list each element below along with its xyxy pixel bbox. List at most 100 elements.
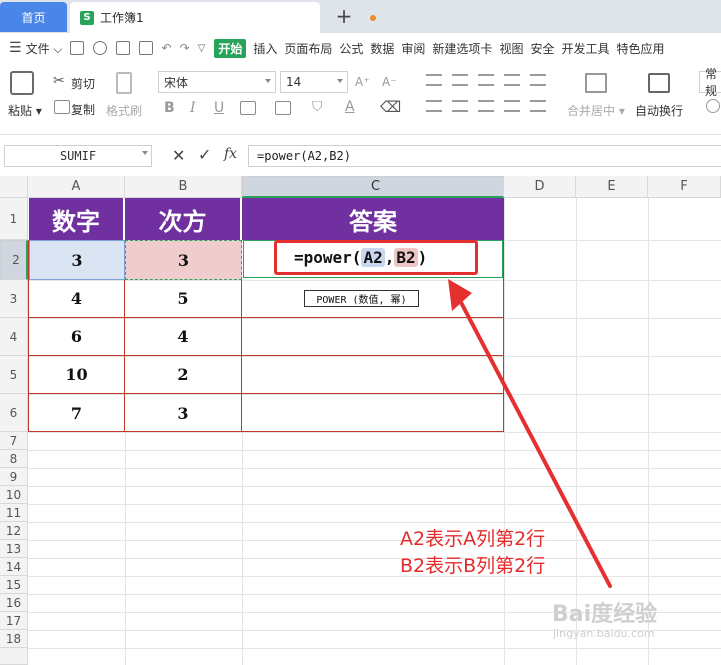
align-right-icon[interactable] — [478, 100, 494, 112]
cell-a6[interactable]: 7 — [29, 394, 125, 432]
column-header-b[interactable]: B — [125, 176, 242, 198]
name-box-dropdown-icon[interactable] — [142, 151, 148, 155]
font-color-icon[interactable]: A — [345, 99, 355, 115]
row-header-18[interactable]: 18 — [0, 630, 28, 648]
menu-item-insert[interactable]: 插入 — [253, 40, 277, 57]
align-middle-icon[interactable] — [452, 74, 468, 86]
row-header-19[interactable] — [0, 648, 28, 665]
menu-item-new-tab[interactable]: 新建选项卡 — [432, 40, 492, 57]
cell-b2[interactable]: 3 — [125, 240, 242, 280]
row-header-16[interactable]: 16 — [0, 594, 28, 612]
paste-button[interactable]: 粘贴 ▾ — [8, 102, 42, 119]
font-name-select[interactable]: 宋体 — [158, 71, 276, 93]
cell-b3[interactable]: 5 — [125, 280, 242, 318]
menu-item-developer[interactable]: 开发工具 — [561, 40, 609, 57]
cell-a1[interactable]: 数字 — [29, 198, 124, 240]
border-icon[interactable] — [240, 101, 256, 115]
row-header-9[interactable]: 9 — [0, 468, 28, 486]
column-header-f[interactable]: F — [648, 176, 721, 198]
shrink-font-icon[interactable]: A⁻ — [382, 75, 397, 89]
column-header-a[interactable]: A — [28, 176, 125, 198]
cell-b6[interactable]: 3 — [125, 394, 242, 432]
menu-item-security[interactable]: 安全 — [530, 40, 554, 57]
menu-item-special[interactable]: 特色应用 — [616, 40, 664, 57]
file-menu[interactable]: 文件 ⌵ — [26, 40, 63, 57]
tab-document[interactable]: S 工作簿1 — [70, 2, 376, 33]
formula-input[interactable]: =power(A2,B2) — [248, 145, 721, 167]
save-icon[interactable] — [69, 41, 84, 55]
paste-icon[interactable] — [10, 71, 34, 95]
cut-button[interactable]: 剪切 — [71, 75, 95, 92]
distribute-icon[interactable] — [530, 100, 546, 112]
wrap-text-button[interactable]: 自动换行 — [635, 102, 683, 119]
new-tab-button[interactable]: + — [334, 4, 354, 28]
italic-button[interactable]: I — [190, 100, 196, 116]
row-header-11[interactable]: 11 — [0, 504, 28, 522]
cell-a5[interactable]: 10 — [29, 356, 125, 394]
menu-item-start[interactable]: 开始 — [214, 38, 247, 58]
row-header-17[interactable]: 17 — [0, 612, 28, 630]
justify-icon[interactable] — [504, 100, 520, 112]
align-top-icon[interactable] — [426, 74, 442, 86]
row-header-13[interactable]: 13 — [0, 540, 28, 558]
row-header-15[interactable]: 15 — [0, 576, 28, 594]
cell-b4[interactable]: 4 — [125, 318, 242, 356]
fill-color-icon[interactable]: ⛉ — [312, 99, 323, 115]
font-size-select[interactable]: 14 — [280, 71, 348, 93]
insert-function-icon[interactable]: fx — [224, 146, 237, 162]
menu-item-formula[interactable]: 公式 — [339, 40, 363, 57]
row-header-2[interactable]: 2 — [0, 240, 28, 280]
align-left-icon[interactable] — [426, 100, 442, 112]
cell-b5[interactable]: 2 — [125, 356, 242, 394]
grow-font-icon[interactable]: A⁺ — [355, 75, 370, 89]
row-header-4[interactable]: 4 — [0, 318, 28, 356]
row-header-6[interactable]: 6 — [0, 394, 28, 432]
copy-button[interactable]: 复制 — [71, 101, 95, 118]
name-box[interactable]: SUMIF — [4, 145, 152, 167]
eraser-icon[interactable]: ⌫ — [380, 98, 401, 116]
format-painter-button[interactable]: 格式刷 — [106, 102, 142, 119]
column-header-d[interactable]: D — [504, 176, 576, 198]
number-format-select[interactable]: 常规 — [699, 67, 721, 98]
cell-c1[interactable]: 答案 — [242, 198, 504, 240]
cell-a4[interactable]: 6 — [29, 318, 125, 356]
row-header-10[interactable]: 10 — [0, 486, 28, 504]
column-header-e[interactable]: E — [576, 176, 648, 198]
spreadsheet-grid[interactable]: A B C D E F 1 2 3 4 5 6 7 8 9 10 11 12 1… — [0, 176, 721, 665]
cell-b1[interactable]: 次方 — [125, 198, 241, 240]
cell-a3[interactable]: 4 — [29, 280, 125, 318]
cell-a2[interactable]: 3 — [29, 240, 125, 280]
confirm-icon[interactable]: ✓ — [198, 145, 211, 164]
tab-home[interactable]: 首页 — [0, 2, 67, 32]
cancel-icon[interactable]: ✕ — [172, 146, 185, 165]
undo-icon[interactable]: ↶ — [162, 41, 172, 55]
redo-icon[interactable]: ↷ — [180, 41, 190, 55]
merge-center-button[interactable]: 合并居中 ▾ — [567, 102, 625, 119]
row-header-12[interactable]: 12 — [0, 522, 28, 540]
bold-button[interactable]: B — [164, 100, 175, 116]
row-header-5[interactable]: 5 — [0, 356, 28, 394]
menu-item-view[interactable]: 视图 — [499, 40, 523, 57]
column-header-c[interactable]: C — [242, 176, 504, 198]
menu-item-data[interactable]: 数据 — [370, 40, 394, 57]
outdent-icon[interactable] — [530, 74, 546, 86]
row-header-14[interactable]: 14 — [0, 558, 28, 576]
row-header-8[interactable]: 8 — [0, 450, 28, 468]
menu-item-review[interactable]: 审阅 — [401, 40, 425, 57]
hamburger-icon[interactable]: ☰ — [9, 40, 22, 56]
select-all-corner[interactable] — [0, 176, 28, 198]
indent-icon[interactable] — [504, 74, 520, 86]
row-header-7[interactable]: 7 — [0, 432, 28, 450]
align-bottom-icon[interactable] — [478, 74, 494, 86]
align-center-icon[interactable] — [452, 100, 468, 112]
print-icon[interactable] — [115, 41, 130, 55]
currency-icon[interactable] — [706, 99, 720, 113]
print-preview-icon[interactable] — [138, 41, 153, 55]
row-header-1[interactable]: 1 — [0, 198, 28, 240]
export-icon[interactable] — [92, 41, 107, 55]
row-header-3[interactable]: 3 — [0, 280, 28, 318]
menu-item-page-layout[interactable]: 页面布局 — [284, 40, 332, 57]
underline-button[interactable]: U — [214, 100, 224, 116]
customize-icon[interactable]: ▽ — [198, 43, 206, 54]
fill-style-icon[interactable] — [275, 101, 291, 115]
